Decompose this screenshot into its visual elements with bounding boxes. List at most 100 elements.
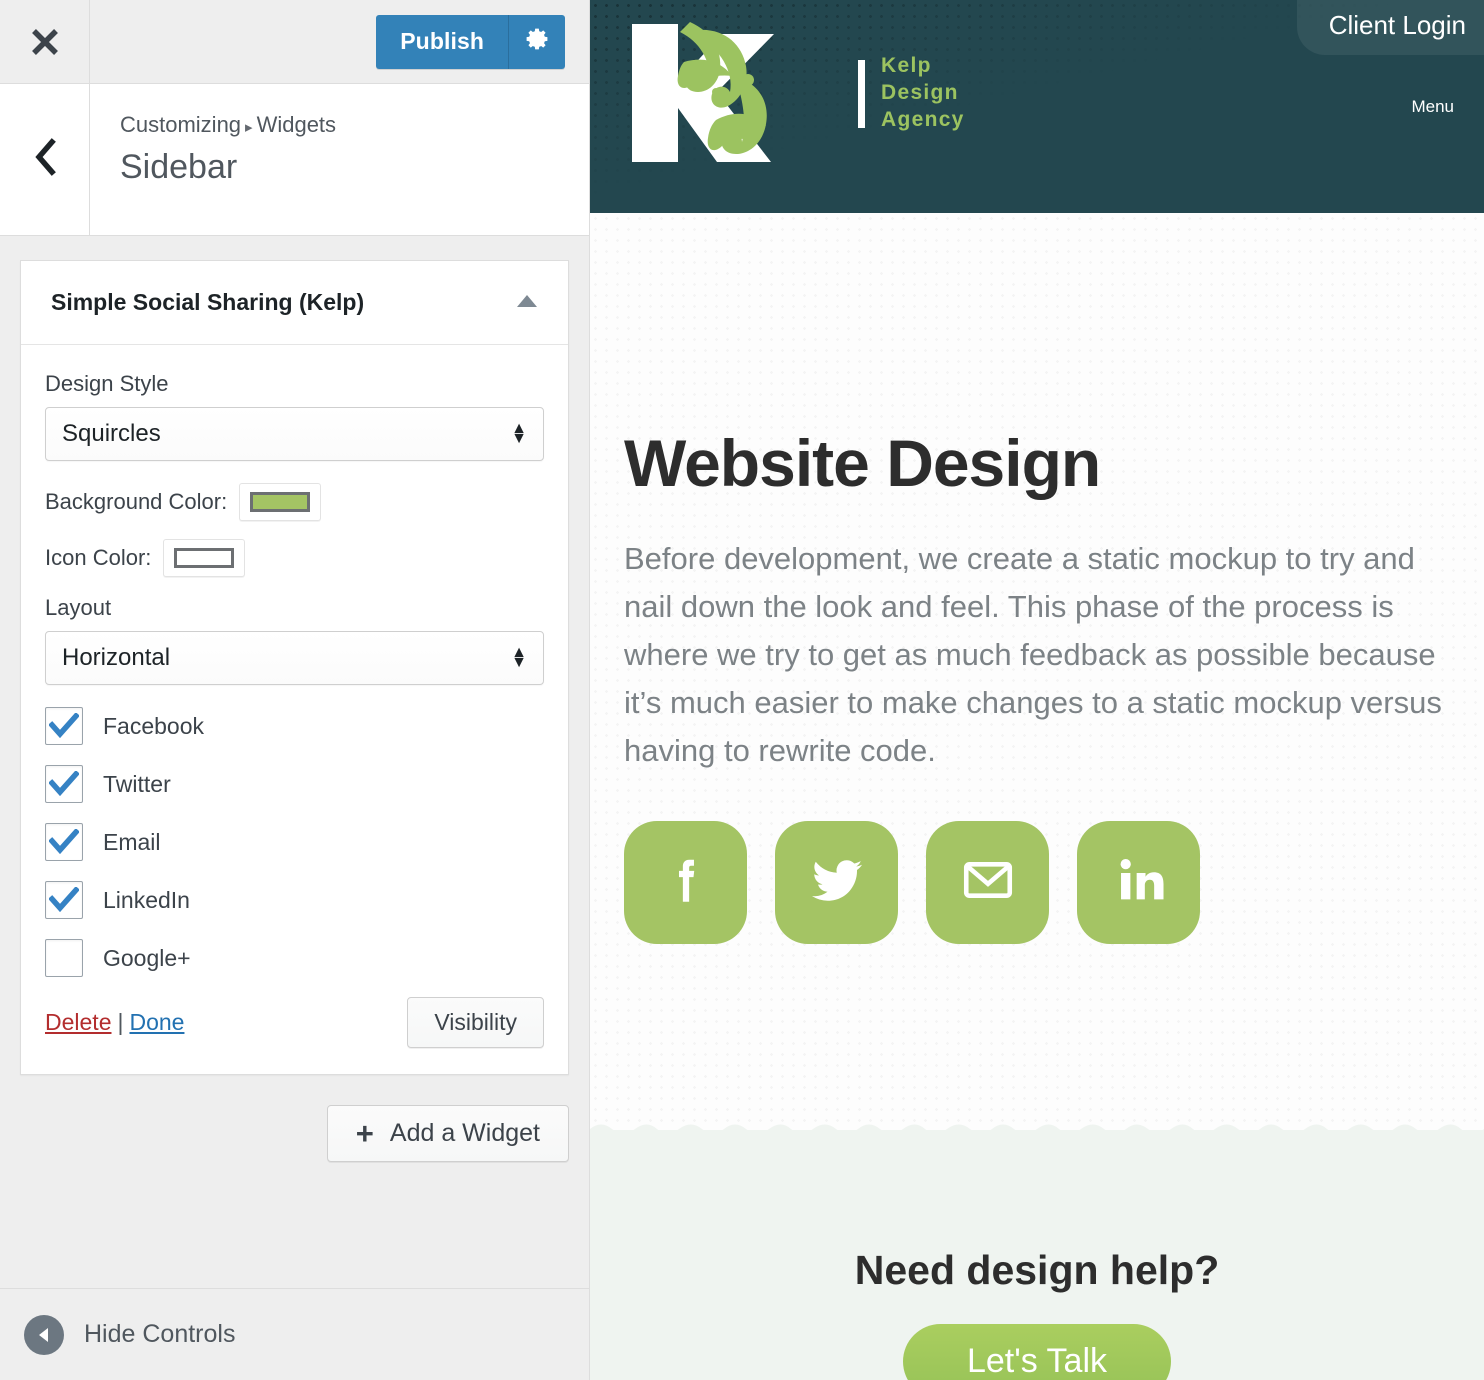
action-link-separator: | xyxy=(117,1009,124,1035)
checkbox-box[interactable] xyxy=(45,939,83,977)
widget-action-links: Delete | Done xyxy=(45,1009,184,1036)
icon-color-label: Icon Color: xyxy=(45,545,152,570)
icon-color-swatch xyxy=(174,548,235,568)
linkedin-icon xyxy=(1111,852,1167,913)
customizer-controls-body: Simple Social Sharing (Kelp) Design Styl… xyxy=(0,236,589,1380)
widget-card-simple-social-sharing: Simple Social Sharing (Kelp) Design Styl… xyxy=(20,260,569,1075)
plus-icon: + xyxy=(355,1115,374,1151)
checkbox-box[interactable] xyxy=(45,707,83,745)
publish-button[interactable]: Publish xyxy=(376,14,508,69)
kelp-k-logo xyxy=(620,16,852,171)
delete-widget-link[interactable]: Delete xyxy=(45,1009,111,1035)
network-checkbox-google[interactable]: Google+ xyxy=(45,939,544,977)
customizer-titles: Customizing ▸ Widgets Sidebar xyxy=(90,84,589,235)
breadcrumb-separator: ▸ xyxy=(245,119,253,136)
close-customizer-button[interactable] xyxy=(0,0,90,83)
checkbox-box[interactable] xyxy=(45,765,83,803)
caret-up-icon[interactable] xyxy=(516,294,538,312)
visibility-button[interactable]: Visibility xyxy=(407,997,544,1048)
menu-label: Menu xyxy=(1411,97,1454,116)
page-title: Sidebar xyxy=(120,147,238,186)
logo-divider xyxy=(858,59,865,128)
field-design-style: Design Style Squircles ▲ ▼ xyxy=(45,371,544,461)
field-icon-color: Icon Color: xyxy=(45,539,544,577)
twitter-icon xyxy=(807,850,867,915)
topbar-actions: Publish xyxy=(90,0,589,83)
layout-label: Layout xyxy=(45,595,112,620)
add-widget-wrap: + Add a Widget xyxy=(20,1105,569,1162)
select-arrows-icon: ▲ ▼ xyxy=(511,644,527,671)
publish-group: Publish xyxy=(376,14,565,69)
cta-heading: Need design help? xyxy=(854,1247,1220,1293)
cta-section: Need design help? Let's Talk xyxy=(590,1124,1484,1380)
select-arrows-icon: ▲ ▼ xyxy=(511,420,527,447)
hide-controls-button[interactable]: Hide Controls xyxy=(24,1314,236,1355)
menu-toggle-button[interactable]: Menu xyxy=(1411,95,1454,117)
checkbox-label: Email xyxy=(103,828,161,855)
icon-color-picker-button[interactable] xyxy=(163,539,246,577)
design-style-value: Squircles xyxy=(62,420,161,447)
logo-word-3: Agency xyxy=(881,107,965,131)
network-checkbox-list: Facebook Twitter Email LinkedIn Google+ xyxy=(45,707,544,977)
hide-controls-label: Hide Controls xyxy=(84,1320,236,1348)
add-widget-label: Add a Widget xyxy=(389,1119,540,1147)
client-login-link[interactable]: Client Login xyxy=(1296,0,1484,55)
social-button-linkedin[interactable] xyxy=(1077,821,1200,945)
background-color-label: Background Color: xyxy=(45,489,228,514)
background-color-picker-button[interactable] xyxy=(239,483,322,521)
background-color-swatch xyxy=(250,492,311,512)
widget-actions: Delete | Done Visibility xyxy=(45,997,544,1054)
lets-talk-button[interactable]: Let's Talk xyxy=(902,1324,1172,1380)
field-layout: Layout Horizontal ▲ ▼ xyxy=(45,595,544,685)
checkbox-box[interactable] xyxy=(45,881,83,919)
layout-select[interactable]: Horizontal ▲ ▼ xyxy=(45,631,544,685)
customizer-footer: Hide Controls xyxy=(0,1288,589,1380)
network-checkbox-twitter[interactable]: Twitter xyxy=(45,765,544,803)
customizer-section-header: Customizing ▸ Widgets Sidebar xyxy=(0,84,589,236)
field-background-color: Background Color: xyxy=(45,483,544,521)
logo-word-2: Design xyxy=(881,81,959,105)
breadcrumb: Customizing ▸ Widgets xyxy=(120,110,589,141)
network-checkbox-email[interactable]: Email xyxy=(45,823,544,861)
checkbox-label: LinkedIn xyxy=(103,886,190,913)
caret-left-circle-icon xyxy=(24,1314,64,1355)
layout-value: Horizontal xyxy=(62,644,171,671)
breadcrumb-current: Widgets xyxy=(256,112,337,137)
checkbox-label: Twitter xyxy=(103,770,171,797)
facebook-icon xyxy=(657,851,715,914)
chevron-left-icon xyxy=(32,138,58,181)
publish-settings-button[interactable] xyxy=(509,14,565,69)
customizer-screen: Publish Customizing ▸ Widgets Sidebar Si… xyxy=(0,0,1484,1380)
widget-body: Design Style Squircles ▲ ▼ Background Col… xyxy=(21,345,568,1074)
network-checkbox-linkedin[interactable]: LinkedIn xyxy=(45,881,544,919)
customizer-topbar: Publish xyxy=(0,0,589,84)
back-button[interactable] xyxy=(0,84,90,235)
design-style-select[interactable]: Squircles ▲ ▼ xyxy=(45,407,544,461)
social-button-twitter[interactable] xyxy=(775,821,898,945)
breadcrumb-root[interactable]: Customizing xyxy=(120,112,241,137)
network-checkbox-facebook[interactable]: Facebook xyxy=(45,707,544,745)
social-share-row xyxy=(624,821,1450,945)
content-inner: Website Design Before development, we cr… xyxy=(624,213,1450,945)
site-header: Client Login Kelp Design Agency Menu xyxy=(590,0,1484,213)
checkbox-label: Google+ xyxy=(103,944,191,971)
page-paragraph: Before development, we create a static m… xyxy=(624,541,1442,769)
done-link[interactable]: Done xyxy=(129,1009,184,1035)
site-preview: Client Login Kelp Design Agency Menu Web… xyxy=(590,0,1484,1380)
site-logo[interactable]: Kelp Design Agency xyxy=(620,16,965,171)
wave-divider-icon xyxy=(590,1124,1484,1142)
gear-icon xyxy=(524,26,550,57)
social-button-email[interactable] xyxy=(926,821,1049,945)
page-content: Website Design Before development, we cr… xyxy=(590,213,1484,1127)
add-a-widget-button[interactable]: + Add a Widget xyxy=(326,1105,569,1162)
design-style-label: Design Style xyxy=(45,371,169,396)
logo-word-1: Kelp xyxy=(881,54,932,78)
widget-title: Simple Social Sharing (Kelp) xyxy=(51,289,365,315)
social-button-facebook[interactable] xyxy=(624,821,747,945)
checkbox-box[interactable] xyxy=(45,823,83,861)
close-x-icon xyxy=(28,25,62,59)
email-icon xyxy=(959,851,1017,914)
widget-header[interactable]: Simple Social Sharing (Kelp) xyxy=(21,261,568,345)
customizer-panel: Publish Customizing ▸ Widgets Sidebar Si… xyxy=(0,0,590,1380)
page-heading: Website Design xyxy=(624,426,1101,500)
